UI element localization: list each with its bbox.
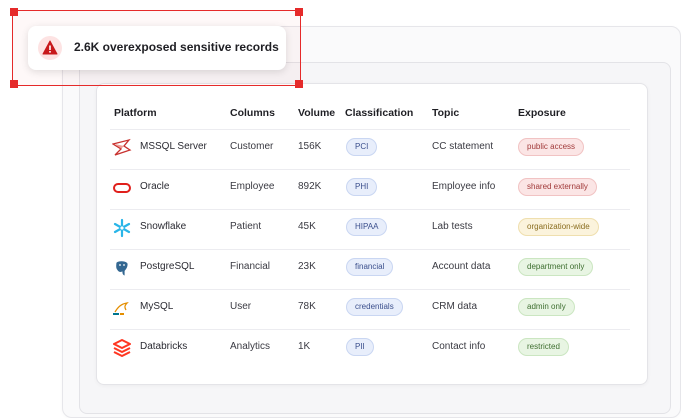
columns-cell: Financial [230, 261, 271, 272]
frame-corner [10, 80, 18, 88]
volume-cell: 156K [298, 141, 322, 152]
column-header-volume[interactable]: Volume [298, 107, 335, 119]
platform-name: Snowflake [140, 221, 187, 232]
row-divider [230, 289, 630, 290]
columns-cell: Employee [230, 181, 275, 192]
column-header-platform[interactable]: Platform [114, 107, 157, 119]
classification-badge: financial [346, 258, 394, 276]
table-row[interactable]: MSSQL Server Customer 156K PCI CC statem… [110, 129, 630, 169]
volume-cell: 892K [298, 181, 322, 192]
columns-cell: Analytics [230, 341, 271, 352]
classification-badge: credentials [346, 298, 403, 316]
volume-cell: 78K [298, 301, 316, 312]
oracle-logo-icon [113, 183, 131, 193]
platform-name: MSSQL Server [140, 141, 207, 152]
column-header-columns[interactable]: Columns [230, 107, 275, 119]
table-header: Platform Columns Volume Classification T… [110, 96, 630, 130]
volume-cell: 23K [298, 261, 316, 272]
row-divider [230, 169, 630, 170]
exposure-badge: public access [518, 138, 585, 156]
frame-corner [295, 80, 303, 88]
row-divider [230, 129, 630, 130]
platform-name: Oracle [140, 181, 170, 192]
row-divider [230, 209, 630, 210]
topic-cell: Lab tests [432, 221, 473, 232]
databricks-logo-icon [113, 339, 131, 357]
column-header-topic[interactable]: Topic [432, 107, 459, 119]
row-divider [230, 329, 630, 330]
topic-cell: CC statement [432, 141, 494, 152]
topic-cell: Employee info [432, 181, 496, 192]
row-divider [110, 129, 230, 130]
topic-cell: CRM data [432, 301, 478, 312]
volume-cell: 45K [298, 221, 316, 232]
columns-cell: User [230, 301, 252, 312]
columns-cell: Patient [230, 221, 262, 232]
frame-corner [295, 8, 303, 16]
alert-message: 2.6K overexposed sensitive records [74, 40, 279, 54]
classification-badge: PCI [346, 138, 378, 156]
alert-card[interactable]: 2.6K overexposed sensitive records [28, 26, 286, 70]
column-header-classification[interactable]: Classification [345, 107, 413, 119]
table-row[interactable]: Oracle Employee 892K PHI Employee info s… [110, 169, 630, 209]
row-divider [110, 169, 230, 170]
volume-cell: 1K [298, 341, 311, 352]
row-divider [110, 329, 230, 330]
row-divider [110, 249, 230, 250]
platform-name: Databricks [140, 341, 188, 352]
table-row[interactable]: Snowflake Patient 45K HIPAA Lab tests or… [110, 209, 630, 249]
row-divider [230, 249, 630, 250]
classification-badge: HIPAA [346, 218, 388, 236]
platform-name: MySQL [140, 301, 174, 312]
row-divider [110, 209, 230, 210]
column-header-exposure[interactable]: Exposure [518, 107, 566, 119]
table-row[interactable]: MySQL User 78K credentials CRM data admi… [110, 289, 630, 329]
topic-cell: Contact info [432, 341, 486, 352]
exposure-badge: admin only [518, 298, 575, 316]
snowflake-logo-icon [113, 218, 131, 238]
exposure-badge: restricted [518, 338, 569, 356]
warning-triangle-icon [38, 36, 62, 60]
row-divider [110, 289, 230, 290]
columns-cell: Customer [230, 141, 274, 152]
exposure-badge: shared externally [518, 178, 597, 196]
topic-cell: Account data [432, 261, 491, 272]
platform-name: PostgreSQL [140, 261, 195, 272]
frame-corner [10, 8, 18, 16]
classification-badge: PHI [346, 178, 378, 196]
mysql-logo-icon [113, 302, 129, 315]
table-row[interactable]: PostgreSQL Financial 23K financial Accou… [110, 249, 630, 289]
exposure-badge: department only [518, 258, 594, 276]
classification-badge: PII [346, 338, 374, 356]
mssql-server-logo-icon [112, 138, 132, 156]
table-row[interactable]: Databricks Analytics 1K PII Contact info… [110, 329, 630, 369]
postgresql-logo-icon [115, 260, 129, 277]
exposure-badge: organization-wide [518, 218, 599, 236]
